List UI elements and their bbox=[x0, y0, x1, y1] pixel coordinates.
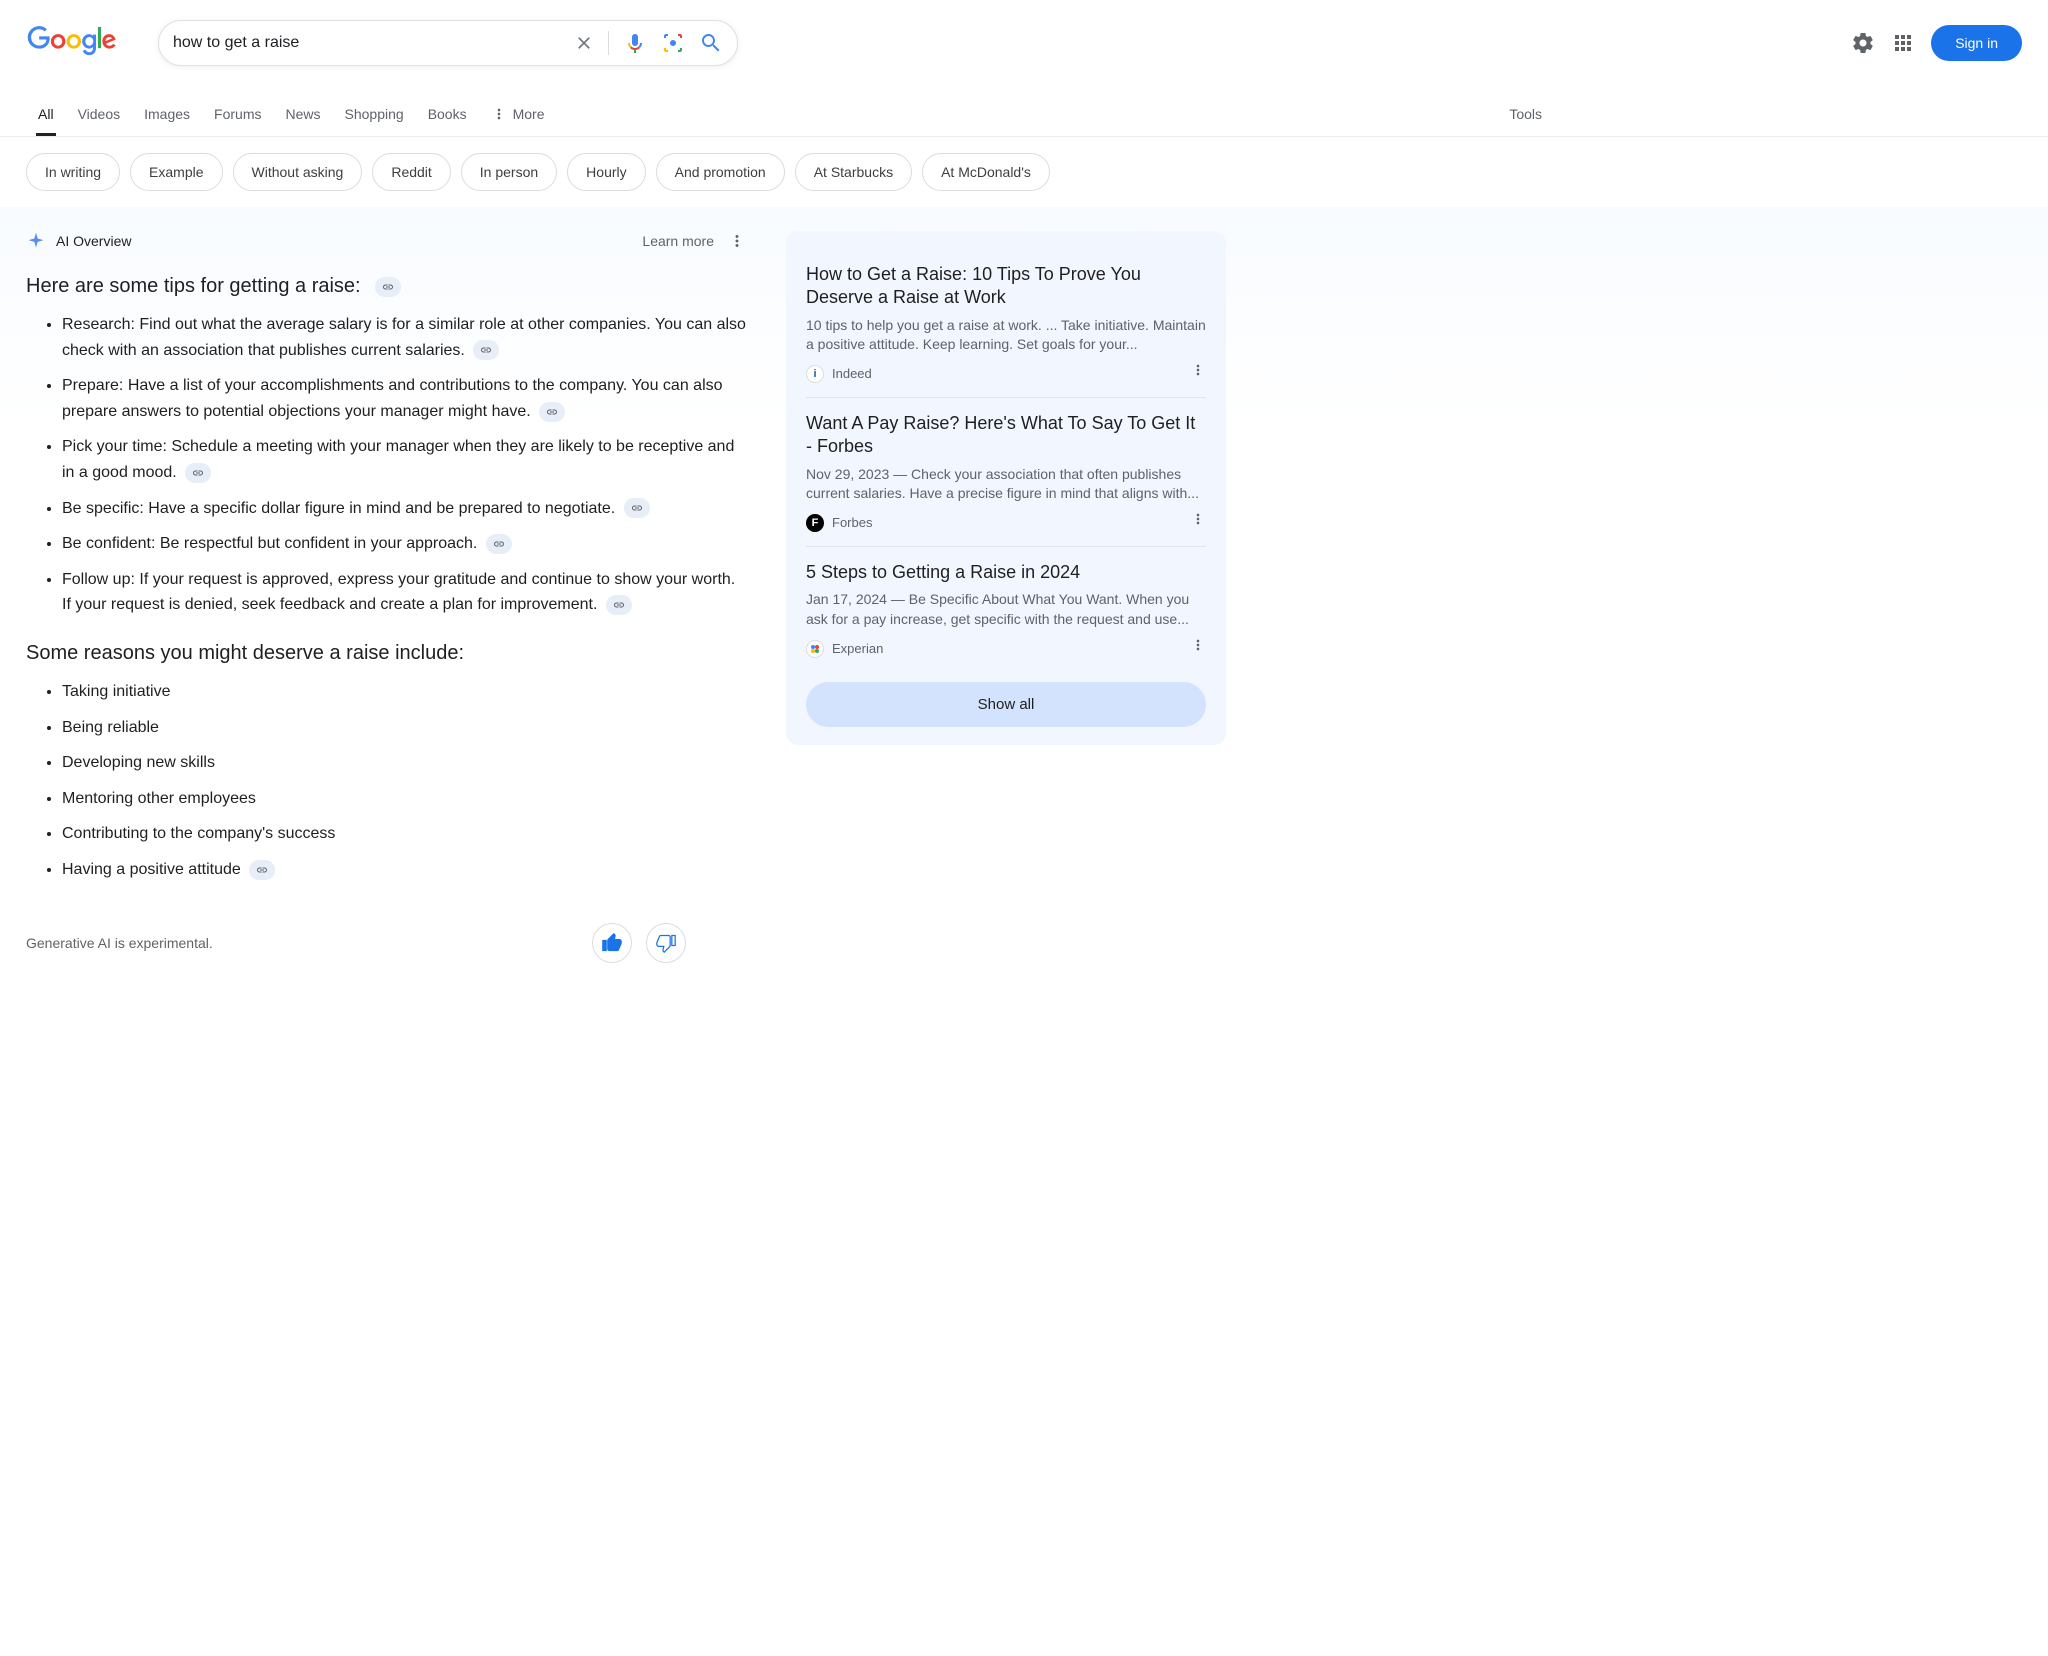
source-card: Want A Pay Raise? Here's What To Say To … bbox=[806, 398, 1206, 547]
source-cards: How to Get a Raise: 10 Tips To Prove You… bbox=[786, 231, 1226, 745]
source-link-icon[interactable] bbox=[624, 498, 650, 518]
card-menu-icon[interactable] bbox=[1190, 637, 1206, 658]
forbes-favicon: F bbox=[806, 514, 824, 532]
chip[interactable]: At Starbucks bbox=[795, 153, 912, 191]
source-link-icon[interactable] bbox=[185, 463, 211, 483]
apps-icon[interactable] bbox=[1891, 31, 1915, 55]
source-link-icon[interactable] bbox=[486, 534, 512, 554]
chip[interactable]: And promotion bbox=[656, 153, 785, 191]
search-icon[interactable] bbox=[699, 31, 723, 55]
source-link-icon[interactable] bbox=[606, 595, 632, 615]
card-source: F Forbes bbox=[806, 514, 1206, 532]
learn-more-link[interactable]: Learn more bbox=[642, 233, 714, 249]
tip-item: Be confident: Be respectful but confiden… bbox=[62, 531, 746, 557]
settings-icon[interactable] bbox=[1851, 31, 1875, 55]
ai-disclaimer: Generative AI is experimental. bbox=[26, 935, 213, 951]
sign-in-button[interactable]: Sign in bbox=[1931, 25, 2022, 61]
chip[interactable]: Reddit bbox=[372, 153, 450, 191]
tip-item: Follow up: If your request is approved, … bbox=[62, 567, 746, 618]
chip[interactable]: Example bbox=[130, 153, 222, 191]
card-menu-icon[interactable] bbox=[1190, 511, 1206, 532]
tab-news[interactable]: News bbox=[274, 94, 333, 136]
tab-books[interactable]: Books bbox=[416, 94, 479, 136]
tab-forums[interactable]: Forums bbox=[202, 94, 273, 136]
tab-more[interactable]: More bbox=[479, 94, 557, 136]
reason-item: Taking initiative bbox=[62, 679, 746, 705]
card-menu-icon[interactable] bbox=[1190, 362, 1206, 383]
tip-item: Research: Find out what the average sala… bbox=[62, 312, 746, 363]
source-card: 5 Steps to Getting a Raise in 2024 Jan 1… bbox=[806, 547, 1206, 672]
chip[interactable]: Without asking bbox=[233, 153, 363, 191]
card-source: i Indeed bbox=[806, 365, 1206, 383]
chip[interactable]: In writing bbox=[26, 153, 120, 191]
show-all-button[interactable]: Show all bbox=[806, 682, 1206, 727]
tab-images[interactable]: Images bbox=[132, 94, 202, 136]
reasons-list: Taking initiative Being reliable Develop… bbox=[26, 679, 746, 883]
reason-item: Mentoring other employees bbox=[62, 786, 746, 812]
tip-item: Prepare: Have a list of your accomplishm… bbox=[62, 373, 746, 424]
ai-subhead: Some reasons you might deserve a raise i… bbox=[26, 642, 746, 665]
sparkle-icon bbox=[26, 231, 46, 251]
chip[interactable]: In person bbox=[461, 153, 557, 191]
more-icon[interactable] bbox=[728, 232, 746, 250]
clear-icon[interactable] bbox=[574, 33, 594, 53]
ai-overview-header: AI Overview Learn more bbox=[26, 231, 746, 251]
source-link-icon[interactable] bbox=[473, 340, 499, 360]
header: Sign in bbox=[0, 0, 2048, 76]
card-snippet: Nov 29, 2023 — Check your association th… bbox=[806, 465, 1206, 504]
thumbs-down-button[interactable] bbox=[646, 923, 686, 963]
ai-intro: Here are some tips for getting a raise: bbox=[26, 275, 746, 298]
reason-item: Contributing to the company's success bbox=[62, 821, 746, 847]
source-card: How to Get a Raise: 10 Tips To Prove You… bbox=[806, 249, 1206, 398]
card-source: Experian bbox=[806, 640, 1206, 658]
search-bar bbox=[158, 20, 738, 66]
source-link-icon[interactable] bbox=[249, 860, 275, 880]
experian-favicon bbox=[806, 640, 824, 658]
tab-all[interactable]: All bbox=[26, 94, 66, 136]
thumbs-up-button[interactable] bbox=[592, 923, 632, 963]
chip[interactable]: At McDonald's bbox=[922, 153, 1050, 191]
tab-shopping[interactable]: Shopping bbox=[333, 94, 416, 136]
card-snippet: Jan 17, 2024 — Be Specific About What Yo… bbox=[806, 590, 1206, 629]
tab-tools[interactable]: Tools bbox=[1497, 94, 1554, 136]
reason-item: Being reliable bbox=[62, 715, 746, 741]
lens-icon[interactable] bbox=[661, 31, 685, 55]
card-title[interactable]: How to Get a Raise: 10 Tips To Prove You… bbox=[806, 263, 1206, 310]
reason-item: Developing new skills bbox=[62, 750, 746, 776]
tips-list: Research: Find out what the average sala… bbox=[26, 312, 746, 618]
tip-item: Be specific: Have a specific dollar figu… bbox=[62, 496, 746, 522]
tabs-bar: All Videos Images Forums News Shopping B… bbox=[0, 94, 2048, 137]
search-input[interactable] bbox=[173, 34, 574, 52]
chip[interactable]: Hourly bbox=[567, 153, 645, 191]
ai-overview-title: AI Overview bbox=[56, 233, 131, 249]
side-column: How to Get a Raise: 10 Tips To Prove You… bbox=[786, 231, 1226, 963]
tab-videos[interactable]: Videos bbox=[66, 94, 133, 136]
source-link-icon[interactable] bbox=[375, 277, 401, 297]
tip-item: Pick your time: Schedule a meeting with … bbox=[62, 434, 746, 485]
indeed-favicon: i bbox=[806, 365, 824, 383]
card-snippet: 10 tips to help you get a raise at work.… bbox=[806, 316, 1206, 355]
card-title[interactable]: 5 Steps to Getting a Raise in 2024 bbox=[806, 561, 1206, 584]
google-logo[interactable] bbox=[26, 26, 118, 61]
reason-item: Having a positive attitude bbox=[62, 857, 746, 883]
source-link-icon[interactable] bbox=[539, 402, 565, 422]
filter-chips: In writing Example Without asking Reddit… bbox=[0, 137, 2048, 207]
mic-icon[interactable] bbox=[623, 31, 647, 55]
main-column: AI Overview Learn more Here are some tip… bbox=[26, 231, 746, 963]
card-title[interactable]: Want A Pay Raise? Here's What To Say To … bbox=[806, 412, 1206, 459]
